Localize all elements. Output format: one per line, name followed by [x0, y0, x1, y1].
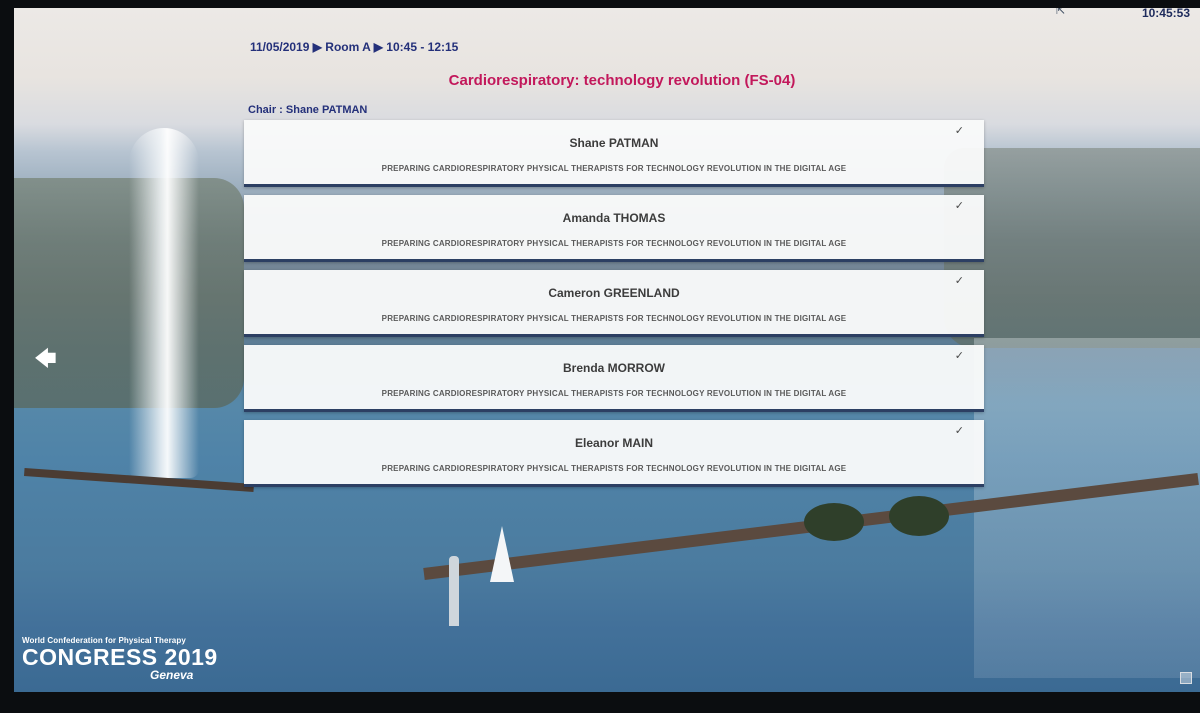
- back-button[interactable]: 🡄: [34, 348, 60, 370]
- fullscreen-icon[interactable]: [1180, 672, 1192, 684]
- speaker-list: ✓ Shane PATMAN PREPARING CARDIORESPIRATO…: [244, 120, 984, 495]
- mouse-cursor-icon: ⇱: [1056, 8, 1066, 17]
- speaker-card[interactable]: ✓ Amanda THOMAS PREPARING CARDIORESPIRAT…: [244, 195, 984, 262]
- talk-title: PREPARING CARDIORESPIRATORY PHYSICAL THE…: [381, 389, 847, 398]
- speaker-name: Eleanor MAIN: [574, 436, 653, 450]
- talk-title: PREPARING CARDIORESPIRATORY PHYSICAL THE…: [381, 239, 847, 248]
- speaker-name: Amanda THOMAS: [562, 211, 666, 225]
- jet-fountain-image: [129, 128, 199, 478]
- talk-title: PREPARING CARDIORESPIRATORY PHYSICAL THE…: [381, 314, 847, 323]
- congress-logo: World Confederation for Physical Therapy…: [22, 636, 218, 681]
- logo-city: Geneva: [150, 668, 194, 682]
- lighthouse-image: [449, 556, 459, 626]
- speaker-card[interactable]: ✓ Brenda MORROW PREPARING CARDIORESPIRAT…: [244, 345, 984, 412]
- speaker-card[interactable]: ✓ Shane PATMAN PREPARING CARDIORESPIRATO…: [244, 120, 984, 187]
- tree-image: [804, 503, 864, 541]
- speaker-card[interactable]: ✓ Eleanor MAIN PREPARING CARDIORESPIRATO…: [244, 420, 984, 487]
- session-info: 11/05/2019 ▶ Room A ▶ 10:45 - 12:15: [250, 40, 459, 54]
- clock: 10:45:53: [1141, 8, 1190, 20]
- talk-title: PREPARING CARDIORESPIRATORY PHYSICAL THE…: [381, 464, 847, 473]
- session-title: Cardiorespiratory: technology revolution…: [448, 72, 796, 89]
- speaker-name: Brenda MORROW: [563, 361, 665, 375]
- speaker-card[interactable]: ✓ Cameron GREENLAND PREPARING CARDIORESP…: [244, 270, 984, 337]
- logo-main: CONGRESS 2019: [22, 644, 218, 670]
- presentation-screen: 11/05/2019 ▶ Room A ▶ 10:45 - 12:15 Card…: [14, 8, 1200, 692]
- left-arrow-icon: 🡄: [34, 346, 57, 371]
- tree-image: [889, 496, 949, 536]
- sailboat-image: [490, 526, 514, 582]
- talk-title: PREPARING CARDIORESPIRATORY PHYSICAL THE…: [381, 164, 847, 173]
- chair-label: Chair : Shane PATMAN: [248, 104, 368, 116]
- speaker-name: Cameron GREENLAND: [548, 286, 680, 300]
- speaker-name: Shane PATMAN: [569, 136, 659, 150]
